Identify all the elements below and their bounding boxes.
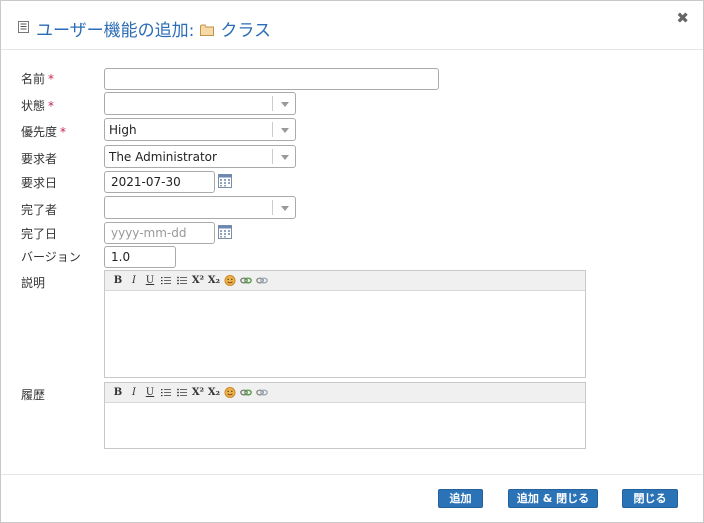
version-label-text: バージョン xyxy=(21,250,81,264)
status-label-text: 状態 xyxy=(21,99,46,113)
history-label-text: 履歴 xyxy=(21,388,46,402)
calendar-icon[interactable] xyxy=(218,224,232,239)
select-separator xyxy=(272,149,273,164)
version-label: バージョン xyxy=(21,248,81,265)
dialog-title: ユーザー機能の追加: クラス xyxy=(36,16,271,41)
unlink-icon[interactable] xyxy=(254,388,270,397)
name-input[interactable] xyxy=(104,68,439,90)
requester-label-text: 要求者 xyxy=(21,152,58,166)
priority-value: High xyxy=(109,123,137,137)
add-button[interactable]: 追加 xyxy=(438,489,483,508)
italic-button[interactable]: I xyxy=(126,387,142,398)
chevron-down-icon[interactable] xyxy=(281,206,289,211)
dialog-footer: 追加 追加 & 閉じる 閉じる xyxy=(1,474,703,523)
underline-button[interactable]: U xyxy=(142,387,158,398)
close-button[interactable]: 閉じる xyxy=(622,489,678,508)
dialog-target: クラス xyxy=(220,21,272,41)
history-editor: B I U X² X₂ xyxy=(104,382,586,449)
italic-button[interactable]: I xyxy=(126,275,142,286)
request-date-label: 要求日 xyxy=(21,174,57,191)
superscript-button[interactable]: X² xyxy=(190,275,206,286)
unordered-list-icon[interactable] xyxy=(174,388,190,397)
subscript-button[interactable]: X₂ xyxy=(206,275,222,286)
select-separator xyxy=(272,96,273,111)
name-label: 名前 * xyxy=(21,70,54,87)
close-icon[interactable]: ✖ xyxy=(676,9,689,27)
history-label: 履歴 xyxy=(21,386,45,403)
dialog-title-text: ユーザー機能の追加: xyxy=(36,21,195,41)
superscript-button[interactable]: X² xyxy=(190,387,206,398)
folder-icon xyxy=(200,24,215,36)
version-input[interactable]: 1.0 xyxy=(104,246,176,268)
add-feature-dialog: ユーザー機能の追加: クラス ✖ 名前 * 状態 * 優先度 * High 要求者 T… xyxy=(0,0,704,523)
request-date-input[interactable]: 2021-07-30 xyxy=(104,171,215,193)
bold-button[interactable]: B xyxy=(110,387,126,398)
link-icon[interactable] xyxy=(238,388,254,397)
status-select[interactable] xyxy=(104,92,296,115)
chevron-down-icon[interactable] xyxy=(281,102,289,107)
required-mark: * xyxy=(60,125,67,139)
requester-select[interactable]: The Administrator xyxy=(104,145,296,168)
chevron-down-icon[interactable] xyxy=(281,155,289,160)
select-separator xyxy=(272,122,273,137)
underline-button[interactable]: U xyxy=(142,275,158,286)
completion-date-label-text: 完了日 xyxy=(21,227,58,241)
required-mark: * xyxy=(48,72,55,86)
editor-toolbar: B I U X² X₂ xyxy=(105,271,585,291)
subscript-button[interactable]: X₂ xyxy=(206,387,222,398)
name-label-text: 名前 xyxy=(21,72,46,86)
priority-select[interactable]: High xyxy=(104,118,296,141)
description-label: 説明 xyxy=(21,274,45,291)
completed-by-label-text: 完了者 xyxy=(21,203,58,217)
ordered-list-icon[interactable] xyxy=(158,388,174,397)
priority-label-text: 優先度 xyxy=(21,125,58,139)
add-and-close-button[interactable]: 追加 & 閉じる xyxy=(508,489,598,508)
priority-label: 優先度 * xyxy=(21,123,66,140)
calendar-icon[interactable] xyxy=(218,173,232,188)
feature-icon xyxy=(18,21,29,33)
link-icon[interactable] xyxy=(238,276,254,285)
completion-date-label: 完了日 xyxy=(21,225,57,242)
ordered-list-icon[interactable] xyxy=(158,276,174,285)
description-label-text: 説明 xyxy=(21,276,46,290)
dialog-header: ユーザー機能の追加: クラス ✖ xyxy=(1,1,703,50)
completion-date-input[interactable]: yyyy-mm-dd xyxy=(104,222,215,244)
emoticon-icon[interactable] xyxy=(222,387,238,398)
status-label: 状態 * xyxy=(21,97,54,114)
required-mark: * xyxy=(48,99,55,113)
request-date-label-text: 要求日 xyxy=(21,176,58,190)
completed-by-select[interactable] xyxy=(104,196,296,219)
emoticon-icon[interactable] xyxy=(222,275,238,286)
editor-toolbar: B I U X² X₂ xyxy=(105,383,585,403)
chevron-down-icon[interactable] xyxy=(281,128,289,133)
unlink-icon[interactable] xyxy=(254,276,270,285)
select-separator xyxy=(272,200,273,215)
description-editor: B I U X² X₂ xyxy=(104,270,586,378)
bold-button[interactable]: B xyxy=(110,275,126,286)
requester-label: 要求者 xyxy=(21,150,57,167)
requester-value: The Administrator xyxy=(109,150,217,164)
unordered-list-icon[interactable] xyxy=(174,276,190,285)
completed-by-label: 完了者 xyxy=(21,201,57,218)
